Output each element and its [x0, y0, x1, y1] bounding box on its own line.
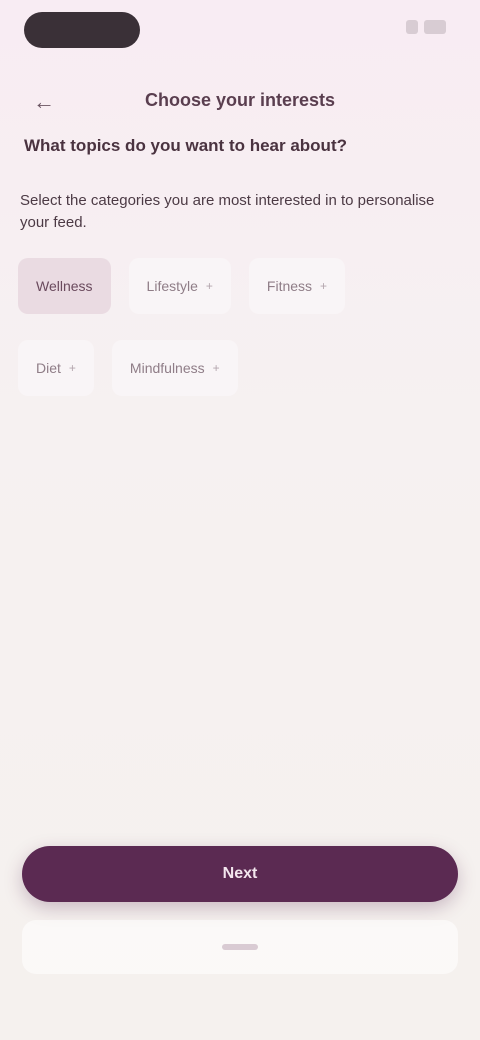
add-icon: +: [68, 361, 76, 375]
chip-label: Lifestyle: [146, 278, 198, 294]
status-icons: [406, 20, 446, 34]
home-indicator[interactable]: [222, 944, 258, 950]
add-icon: +: [320, 279, 328, 293]
back-button[interactable]: ←: [28, 86, 60, 118]
add-icon: +: [205, 279, 213, 293]
status-pill: [24, 12, 140, 48]
status-bar: [0, 0, 480, 56]
header: ← Choose your interests: [0, 78, 480, 126]
chip-lifestyle[interactable]: Lifestyle +: [128, 258, 231, 314]
chip-label: Mindfulness: [129, 360, 205, 376]
question-text: What topics do you want to hear about?: [24, 136, 347, 155]
next-button[interactable]: Next: [22, 846, 458, 902]
chip-label: Fitness: [266, 278, 313, 294]
interest-chips: Wellness Lifestyle + Fitness + Diet + Mi…: [18, 258, 458, 422]
chip-fitness[interactable]: Fitness +: [248, 258, 346, 314]
subtitle-text: Select the categories you are most inter…: [20, 192, 435, 231]
signal-icon: [406, 20, 418, 34]
arrow-left-icon: ←: [33, 89, 55, 114]
chip-label: Wellness: [36, 278, 93, 294]
page-title: Choose your interests: [144, 90, 336, 110]
chip-label: Diet: [36, 360, 61, 376]
chip-row-2: Diet + Mindfulness +: [18, 340, 458, 396]
chip-diet[interactable]: Diet +: [18, 340, 94, 396]
battery-icon: [424, 20, 446, 34]
chip-row-1: Wellness Lifestyle + Fitness +: [18, 258, 458, 314]
chip-mindfulness[interactable]: Mindfulness +: [111, 340, 238, 396]
chip-wellness[interactable]: Wellness: [18, 258, 111, 314]
add-icon: +: [212, 361, 220, 375]
